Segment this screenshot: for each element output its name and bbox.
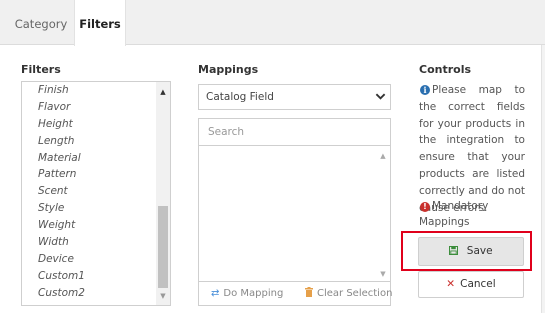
tab-category[interactable]: Category (8, 0, 74, 45)
filters-scrollbar[interactable]: ▲ ▼ (156, 82, 170, 305)
cancel-label: Cancel (460, 278, 496, 290)
filter-item[interactable]: Width (22, 234, 156, 251)
floppy-disk-icon (449, 245, 461, 257)
scroll-up-icon[interactable]: ▲ (156, 85, 170, 99)
filter-item[interactable]: Length (22, 133, 156, 150)
times-icon: ✕ (446, 278, 456, 290)
filter-item[interactable]: Scent (22, 183, 156, 200)
filter-item[interactable]: Material (22, 150, 156, 167)
exchange-icon: ⇄ (211, 288, 220, 299)
filter-item[interactable]: Height (22, 116, 156, 133)
scrollbar-thumb[interactable] (158, 206, 168, 288)
save-button[interactable]: Save (418, 237, 524, 266)
save-label: Save (466, 245, 493, 257)
do-mapping-label: Do Mapping (223, 288, 284, 299)
chevron-down-icon (375, 93, 386, 100)
scroll-down-icon[interactable]: ▼ (156, 289, 170, 303)
clear-selection-button[interactable]: Clear Selection (305, 282, 392, 306)
select-value: Catalog Field (206, 91, 274, 103)
trash-icon (305, 282, 313, 306)
filter-item[interactable]: Flavor (22, 99, 156, 116)
mappings-box: ▲ ▼ ⇄Do Mapping Clear Selection (198, 118, 392, 306)
cancel-button[interactable]: ✕ Cancel (418, 271, 524, 298)
filter-item[interactable]: Weight (22, 217, 156, 234)
mappings-footer: ⇄ Do Mapping Clear Selection (199, 281, 392, 306)
tab-bar: Category Filters (0, 0, 545, 46)
mappings-scrollbar[interactable]: ▲ ▼ (376, 146, 390, 281)
modal-edge (541, 45, 545, 313)
filter-item[interactable]: Device (22, 251, 156, 268)
filter-item[interactable]: Style (22, 200, 156, 217)
search-input[interactable] (199, 119, 390, 146)
exclamation-circle-icon: ! (420, 202, 430, 212)
tab-filters[interactable]: Filters (74, 0, 126, 46)
filters-list-box[interactable]: Finish Flavor Height Length Material Pattern S… (21, 81, 171, 306)
clear-selection-label: Clear Selection (317, 288, 393, 299)
do-mapping-button[interactable]: ⇄ Do Mapping (211, 282, 283, 306)
scroll-down-icon[interactable]: ▼ (376, 267, 390, 281)
scroll-up-icon[interactable]: ▲ (376, 149, 390, 163)
info-text: Please map to the correct fields for you… (419, 84, 525, 214)
filters-list: Finish Flavor Height Length Material Pattern S… (22, 82, 156, 302)
mappings-list[interactable] (199, 146, 390, 281)
mappings-title: Mappings (198, 63, 259, 76)
filter-item[interactable]: Custom2 (22, 285, 156, 302)
catalog-field-select[interactable]: Catalog Field (198, 84, 391, 110)
controls-title: Controls (419, 63, 472, 76)
filter-item[interactable]: Custom1 (22, 268, 156, 285)
filter-item[interactable]: Pattern (22, 166, 156, 183)
info-circle-icon: i (420, 85, 430, 95)
mandatory-mappings-text: Mandatory Mappings (419, 200, 489, 228)
filter-item[interactable]: Finish (22, 82, 156, 99)
filters-title: Filters (21, 63, 61, 76)
